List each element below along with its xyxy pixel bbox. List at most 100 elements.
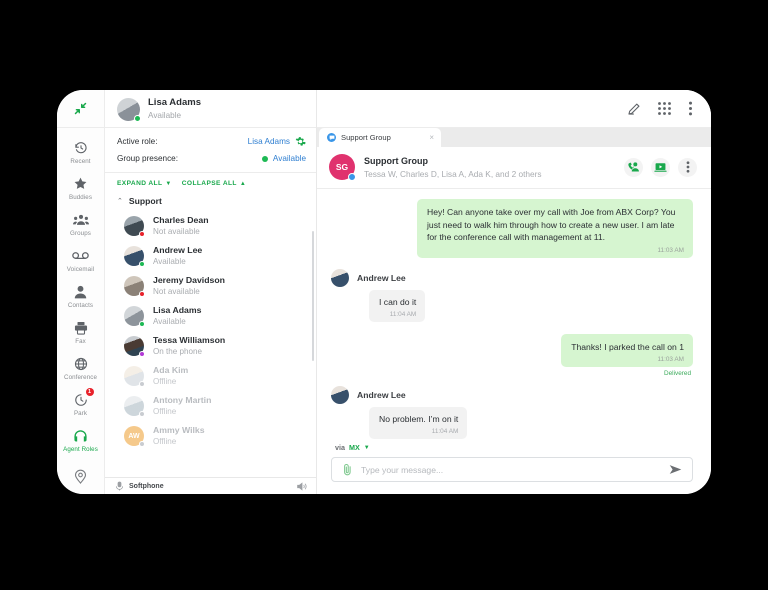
message-receipt: Delivered [664, 370, 691, 377]
sidebar-item-label: Buddies [68, 194, 93, 201]
message-time: 11:03 AM [657, 246, 684, 254]
message-outgoing: Hey! Can anyone take over my call with J… [331, 199, 693, 258]
chevron-up-icon: ▲ [239, 180, 247, 187]
message-incoming: Andrew Lee I can do it 11:04 AM [331, 268, 693, 322]
softphone-bar[interactable]: Softphone [105, 477, 316, 494]
sidebar-item-contacts[interactable]: Contacts [57, 278, 105, 314]
chevron-up-icon: ⌃ [117, 198, 123, 205]
clock-history-icon [74, 139, 88, 156]
message-composer[interactable] [331, 457, 693, 482]
message-bubble: No problem. I’m on it 11:04 AM [369, 407, 468, 439]
avatar [117, 97, 141, 122]
park-badge-count: 1 [85, 388, 94, 396]
role-presence-panel: Active role: Lisa Adams Group presence: [105, 128, 316, 173]
message-sender: Andrew Lee [357, 272, 406, 283]
contact-list-scrollbar[interactable] [311, 231, 314, 361]
message-incoming: Andrew Lee No problem. I’m on it 11:04 A… [331, 386, 693, 439]
sidebar-item-label: Contacts [67, 302, 94, 309]
list-item[interactable]: Lisa Adams Available [105, 301, 316, 331]
rail-items: Recent Buddies Groups Voicemail Contacts… [57, 128, 105, 469]
active-role-label: Active role: [117, 137, 158, 146]
speaker-volume-icon[interactable] [297, 481, 307, 491]
headset-icon [73, 427, 88, 444]
current-user-row[interactable]: Lisa Adams Available [105, 90, 316, 128]
list-item[interactable]: Charles Dean Not available [105, 211, 316, 241]
chevron-down-icon: ▼ [165, 180, 172, 187]
app-window: Recent Buddies Groups Voicemail Contacts… [57, 90, 711, 494]
message-time: 11:04 AM [431, 428, 459, 435]
star-icon [73, 175, 88, 192]
contacts-panel: Lisa Adams Available Active role: Lisa A… [105, 90, 317, 494]
conversation-more-button[interactable] [678, 157, 697, 177]
sidebar-item-fax[interactable]: Fax [57, 314, 105, 350]
avatar [331, 268, 349, 287]
list-item[interactable]: Andrew Lee Available [105, 241, 316, 271]
list-item[interactable]: Tessa Williamson On the phone [105, 331, 316, 361]
contact-status: Available [153, 317, 186, 326]
presence-dot [138, 230, 145, 237]
message-text: Thanks! I parked the call on 1 [571, 341, 684, 352]
more-vertical-icon [686, 161, 690, 173]
contact-status: Offline [153, 407, 177, 416]
presence-dot [138, 380, 145, 387]
contact-status: On the phone [153, 347, 203, 356]
dialpad-grid-icon[interactable] [657, 101, 672, 116]
screenshot-stage: Recent Buddies Groups Voicemail Contacts… [0, 0, 768, 590]
list-controls: EXPAND ALL ▼ COLLAPSE ALL ▲ [105, 173, 316, 193]
list-item[interactable]: Antony Martin Offline [105, 391, 316, 421]
message-input[interactable] [361, 464, 660, 475]
conversation-header: SG Support Group Tessa W, Charles D, Lis… [317, 147, 711, 189]
send-arrow-icon[interactable] [669, 464, 682, 475]
sidebar-item-recent[interactable]: Recent [57, 134, 105, 170]
contact-name: Tessa Williamson [153, 335, 226, 345]
tab-label: Support Group [341, 133, 391, 142]
group-presence-value[interactable]: Available [273, 154, 306, 163]
more-vertical-icon[interactable] [688, 101, 693, 116]
chat-bubble-icon [327, 133, 336, 142]
active-role-value[interactable]: Lisa Adams [248, 137, 290, 146]
location-button[interactable] [57, 469, 104, 494]
sidebar-item-park[interactable]: 1 Park [57, 386, 105, 422]
navigation-rail: Recent Buddies Groups Voicemail Contacts… [57, 90, 105, 494]
sidebar-item-voicemail[interactable]: Voicemail [57, 242, 105, 278]
collapse-all-label: COLLAPSE ALL [181, 180, 237, 187]
contact-group-header[interactable]: ⌃ Support [105, 193, 316, 211]
presence-dot [134, 114, 141, 122]
list-item[interactable]: AW Ammy Wilks Offline [105, 421, 316, 451]
expand-all-button[interactable]: EXPAND ALL ▼ [117, 180, 172, 187]
collapse-window-button[interactable] [57, 90, 104, 128]
paperclip-icon[interactable] [343, 463, 352, 476]
tab-bar: Support Group × [317, 128, 711, 147]
list-item[interactable]: Jeremy Davidson Not available [105, 271, 316, 301]
presence-dot [138, 350, 145, 357]
sidebar-item-label: Fax [75, 338, 86, 345]
current-user-status: Available [148, 111, 182, 120]
conversation-participants: Tessa W, Charles D, Lisa A, Ada K, and 2… [364, 168, 542, 179]
gear-icon[interactable] [295, 136, 306, 147]
avatar [124, 216, 145, 237]
tab-support-group[interactable]: Support Group × [319, 128, 441, 147]
chevron-down-icon: ▼ [363, 444, 370, 451]
conversation-title: Support Group [364, 155, 428, 166]
sidebar-item-groups[interactable]: Groups [57, 206, 105, 242]
message-text: Hey! Can anyone take over my call with J… [427, 207, 676, 242]
contact-name: Andrew Lee [153, 245, 203, 255]
contact-name: Antony Martin [153, 395, 212, 405]
sidebar-item-conference[interactable]: Conference [57, 350, 105, 386]
current-user-name: Lisa Adams [148, 97, 201, 108]
sidebar-item-buddies[interactable]: Buddies [57, 170, 105, 206]
avatar [124, 276, 145, 297]
add-person-call-button[interactable] [624, 157, 643, 177]
close-icon[interactable]: × [429, 133, 434, 142]
pencil-edit-icon[interactable] [627, 102, 641, 116]
list-item[interactable]: Ada Kim Offline [105, 361, 316, 391]
contact-status: Offline [153, 437, 177, 446]
screen-share-button[interactable] [651, 157, 670, 177]
presence-dot [138, 290, 145, 297]
via-selector[interactable]: via MX ▼ [331, 441, 693, 457]
avatar [124, 336, 145, 357]
collapse-all-button[interactable]: COLLAPSE ALL ▲ [182, 180, 246, 187]
sidebar-item-agent-roles[interactable]: Agent Roles [57, 422, 105, 458]
softphone-icon [115, 481, 124, 491]
via-label: via [335, 443, 345, 452]
